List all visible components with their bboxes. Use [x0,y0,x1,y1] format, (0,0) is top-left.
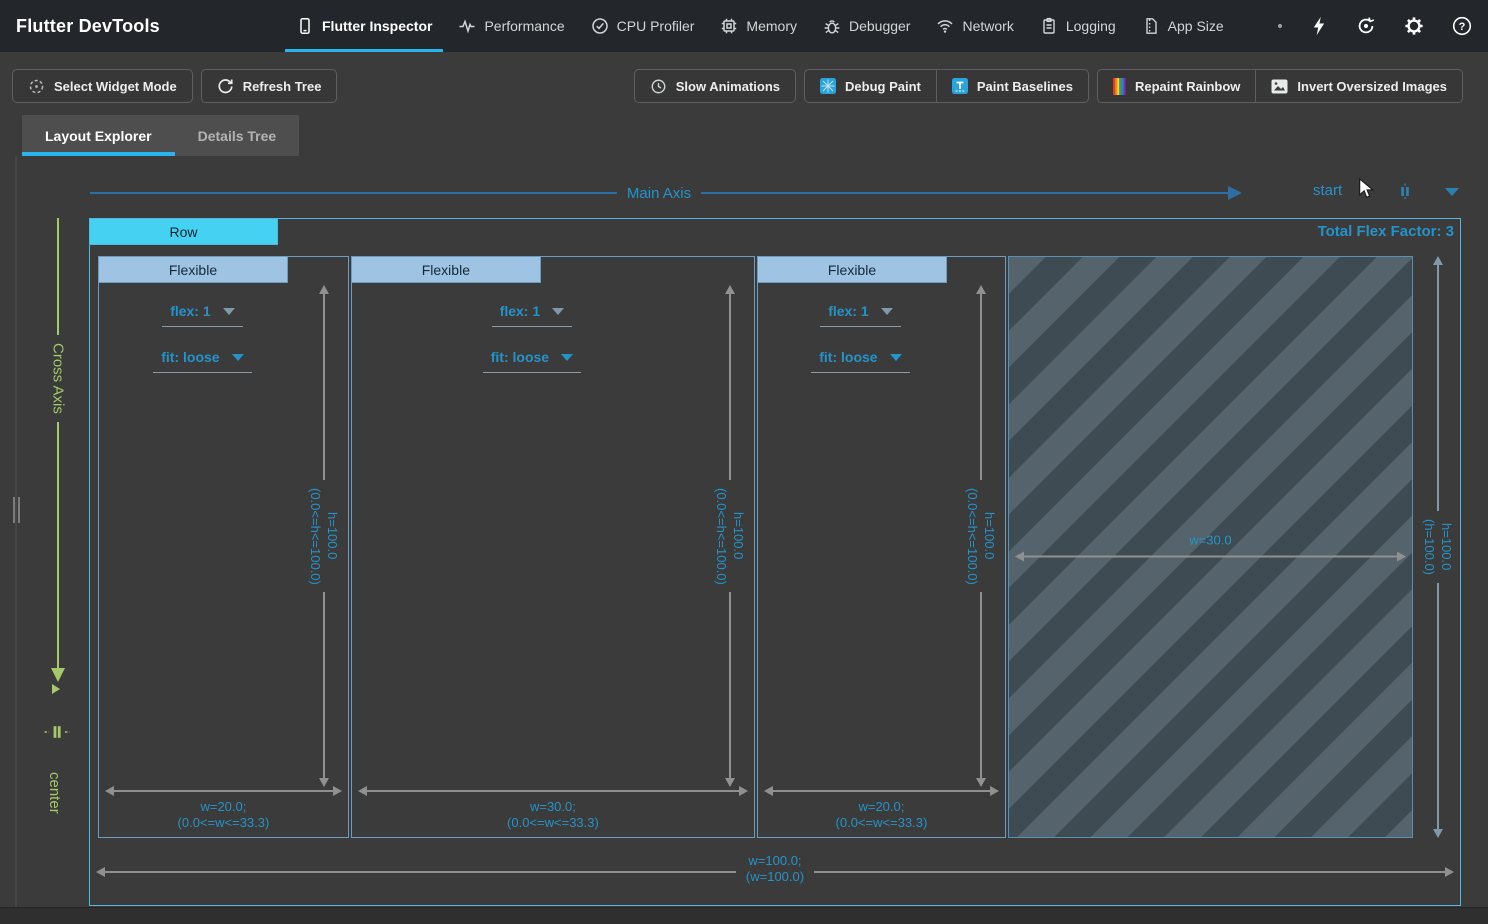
inspector-toolbar-right: Slow Animations Debug Paint [634,69,1463,103]
refresh-icon [217,78,234,95]
hot-reload-bolt-icon[interactable] [1306,14,1330,38]
flexible-child-1: Flexible flex: 1 fit: loose [98,256,349,838]
paint-toggles-group: Debug Paint Paint Baselines [804,69,1089,103]
height-annotation: h=100.0 (0.0<=h<=100.0) [712,285,748,787]
chevron-down-icon [1445,188,1459,196]
bottom-strip [0,907,1488,924]
help-icon[interactable]: ? [1450,14,1474,38]
tab-logging[interactable]: Logging [1027,0,1129,52]
image-icon [1271,79,1288,94]
row-widget-box: Row Total Flex Factor: 3 Flexible flex: … [89,218,1461,906]
chevron-down-icon [223,308,235,315]
pulse-icon [458,17,476,35]
slow-animations-button[interactable]: Slow Animations [634,69,796,103]
tab-layout-explorer[interactable]: Layout Explorer [22,115,175,156]
tab-flutter-inspector[interactable]: Flutter Inspector [283,0,445,52]
cross-axis-arrowhead [51,668,65,682]
free-space-width-annotation: w=30.0 [1015,533,1406,562]
active-tab-underline [285,49,443,52]
main-axis-arrow: Main Axis [90,185,1242,201]
splitter-handle[interactable] [13,497,20,523]
width-annotation: w=20.0; (0.0<=w<=33.3) [105,786,342,831]
memory-chip-icon [720,17,738,35]
clipboard-icon [1040,17,1058,35]
tab-cpu-profiler[interactable]: CPU Profiler [578,0,708,52]
row-height-annotation: h=100.0 (h=100.0) [1417,256,1459,838]
select-widget-mode-button[interactable]: Select Widget Mode [12,69,193,103]
cross-axis-label: Cross Axis [50,335,67,422]
app-bar: Flutter DevTools Flutter Inspector Perfo… [0,0,1488,52]
flexible-header[interactable]: Flexible [351,256,541,283]
fit-dropdown[interactable]: fit: loose [483,347,581,373]
tab-performance[interactable]: Performance [445,0,577,52]
svg-text:?: ? [1459,21,1466,33]
view-tab-underline [22,152,175,156]
hot-restart-icon[interactable] [1354,14,1378,38]
main-axis-arrowhead [1228,186,1242,200]
rainbow-icon [1113,78,1126,95]
flex-dropdown[interactable]: flex: 1 [820,301,900,327]
flutter-devtools-window: Flutter DevTools Flutter Inspector Perfo… [0,0,1488,924]
chevron-down-icon [232,354,244,361]
flex-dropdown[interactable]: flex: 1 [492,301,572,327]
flexible-header[interactable]: Flexible [757,256,947,283]
file-zip-icon [1142,17,1160,35]
main-axis-alignment-icon [1397,183,1413,200]
tab-network[interactable]: Network [923,0,1026,52]
height-annotation: h=100.0 (0.0<=h<=100.0) [963,285,999,787]
bug-icon [823,17,841,35]
chevron-down-icon [552,308,564,315]
tab-app-size[interactable]: App Size [1129,0,1237,52]
main-axis-alignment-value: start [1313,182,1342,199]
fit-dropdown[interactable]: fit: loose [153,347,251,373]
fit-dropdown[interactable]: fit: loose [811,347,909,373]
free-space-region: w=30.0 [1008,256,1413,838]
tab-debugger[interactable]: Debugger [810,0,924,52]
phone-icon [296,17,314,35]
view-tabs: Layout Explorer Details Tree [22,115,299,156]
repaint-toggles-group: Repaint Rainbow Invert Oversized Images [1097,69,1463,103]
tab-memory[interactable]: Memory [707,0,810,52]
chevron-down-icon [890,354,902,361]
main-axis-label: Main Axis [617,185,701,202]
cross-axis-chevron-icon [52,684,60,694]
chevron-down-icon [561,354,573,361]
mouse-cursor [1358,178,1375,199]
debug-paint-button[interactable]: Debug Paint [805,70,936,102]
total-flex-factor: Total Flex Factor: 3 [1318,223,1454,240]
height-annotation: h=100.0 (0.0<=h<=100.0) [306,285,342,787]
clock-icon [650,78,667,95]
inspector-toolbar-left: Select Widget Mode Refresh Tree [12,69,337,103]
repaint-rainbow-button[interactable]: Repaint Rainbow [1098,70,1255,102]
refresh-tree-button[interactable]: Refresh Tree [201,69,338,103]
tab-details-tree[interactable]: Details Tree [175,115,300,156]
width-annotation: w=30.0; (0.0<=w<=33.3) [358,786,748,831]
panel-splitter [15,156,17,924]
app-bar-actions: ? [1278,0,1474,52]
cross-axis-alignment-dropdown[interactable]: center [46,772,63,814]
row-children: Flexible flex: 1 fit: loose [98,256,1413,838]
row-widget-header[interactable]: Row [89,218,278,245]
network-icon [936,17,954,35]
gauge-icon [591,17,609,35]
flex-dropdown[interactable]: flex: 1 [162,301,242,327]
invert-oversized-images-button[interactable]: Invert Oversized Images [1255,70,1462,102]
width-annotation: w=20.0; (0.0<=w<=33.3) [764,786,999,831]
flexible-header[interactable]: Flexible [98,256,288,283]
debug-paint-icon [820,78,836,94]
flexible-child-3: Flexible flex: 1 fit: loose [757,256,1006,838]
status-dot [1278,24,1282,28]
nav-tabs: Flutter Inspector Performance CPU Profil… [283,0,1237,52]
flexible-child-2: Flexible flex: 1 fit: loose [351,256,755,838]
locate-icon [28,78,45,95]
app-title: Flutter DevTools [16,0,160,52]
chevron-down-icon [881,308,893,315]
row-width-annotation: w=100.0; (w=100.0) [96,853,1454,903]
cross-axis-alignment-icon[interactable] [44,724,70,740]
main-axis-alignment-dropdown[interactable]: start [1305,179,1465,205]
cross-axis-arrow: Cross Axis [50,218,66,682]
paint-baselines-button[interactable]: Paint Baselines [936,70,1088,102]
settings-gear-icon[interactable] [1402,14,1426,38]
paint-baselines-icon [952,78,968,94]
